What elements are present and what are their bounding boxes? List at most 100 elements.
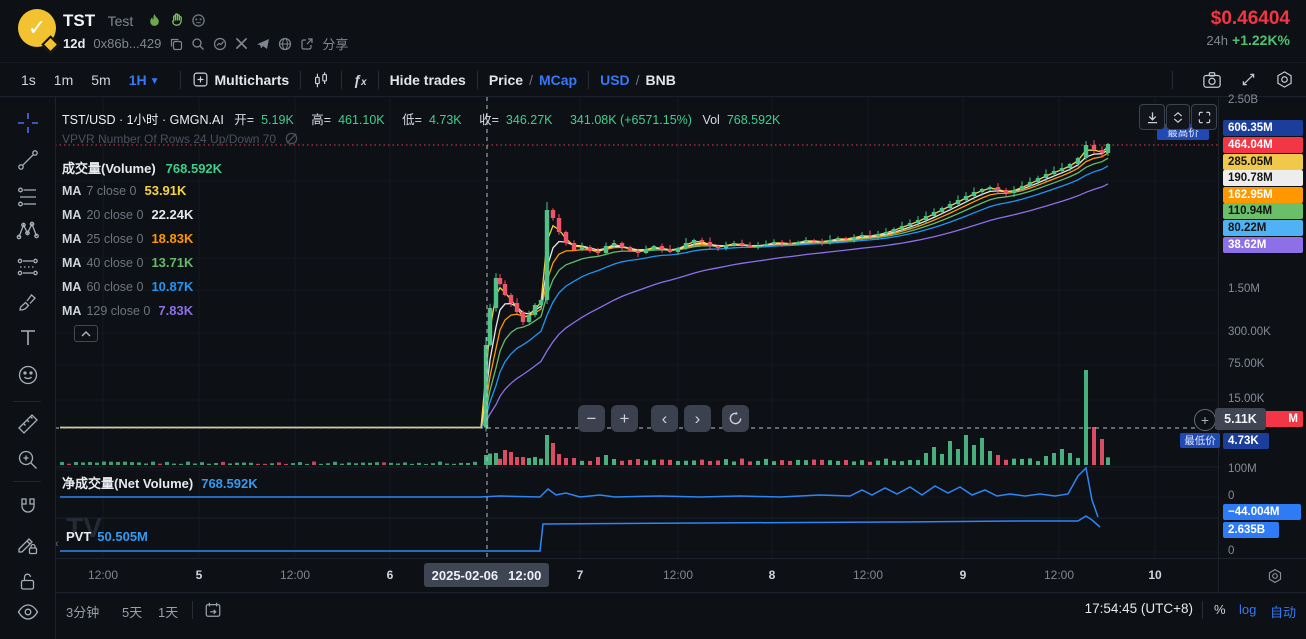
telegram-icon[interactable] <box>256 37 270 51</box>
indicators-button[interactable]: ƒx <box>353 72 366 88</box>
price-scale-tick: 300.00K <box>1228 326 1271 338</box>
time-axis-label: 10 <box>1148 568 1161 582</box>
download-chart-button[interactable] <box>1139 104 1165 130</box>
chart-site-icon[interactable] <box>213 37 227 51</box>
sidebar-divider <box>13 481 41 482</box>
high-value: 461.10K <box>338 113 385 127</box>
time-axis-label: 12:00 <box>1044 568 1074 582</box>
log-scale-button[interactable]: log <box>1239 602 1256 617</box>
sidebar-collapse-handle[interactable]: ‹ <box>55 534 64 554</box>
eye-off-icon[interactable] <box>284 131 299 146</box>
range-5d-button[interactable]: 5天 <box>122 602 142 621</box>
hide-trades-button[interactable]: Hide trades <box>390 72 466 88</box>
ma25-value-badge: 162.95M <box>1223 187 1303 203</box>
external-link-icon[interactable] <box>300 37 314 51</box>
hide-drawings-tool-icon[interactable] <box>16 600 40 624</box>
copy-icon[interactable] <box>169 37 183 51</box>
ma-legend-row[interactable]: MA129 close 07.83K <box>62 303 193 318</box>
price-scale[interactable]: 2.50B1.50M300.00K75.00K15.00K100M00606.3… <box>1218 97 1306 558</box>
ma-legend-row[interactable]: MA20 close 022.24K <box>62 207 193 222</box>
search-icon[interactable] <box>191 37 205 51</box>
maximize-pane-button[interactable] <box>1191 104 1217 130</box>
crosshair-tool-icon[interactable] <box>16 111 40 135</box>
drawing-tools-sidebar <box>0 97 56 639</box>
bot-icon <box>191 13 206 28</box>
draw-lock-tool-icon[interactable] <box>16 533 40 557</box>
text-tool-tool-icon[interactable] <box>16 326 40 350</box>
candles-icon <box>312 71 330 89</box>
chart-clock[interactable]: 17:54:45 (UTC+8) <box>1085 601 1193 616</box>
brush-tool-icon[interactable] <box>16 290 40 314</box>
magnet-tool-icon[interactable] <box>16 496 40 520</box>
time-axis[interactable]: 2025-02-0612:00 12:00512:006712:00812:00… <box>55 558 1218 593</box>
vpvr-indicator-row[interactable]: VPVR Number Of Rows 24 Up/Down 70 <box>62 131 299 146</box>
pvt-value-badge: 2.635B <box>1223 522 1279 538</box>
price-scale-tick: 100M <box>1228 463 1257 475</box>
go-to-date-icon[interactable] <box>204 601 222 619</box>
volume-legend-row[interactable]: 成交量(Volume)768.592K <box>62 158 222 177</box>
xabcd-pattern-tool-icon[interactable] <box>16 219 40 243</box>
website-globe-icon[interactable] <box>278 37 292 51</box>
token-address[interactable]: 0x86b...429 <box>93 36 161 51</box>
multicharts-button[interactable]: Multicharts <box>192 71 290 88</box>
range-3min-button[interactable]: 3分钟 <box>66 602 99 621</box>
fib-lines-tool-icon[interactable] <box>16 185 40 209</box>
ma-legend-row[interactable]: MA40 close 013.71K <box>62 255 193 270</box>
emoji-tool-icon[interactable] <box>16 363 40 387</box>
token-meta-row: 12d 0x86b...429 分享 <box>63 34 348 53</box>
ma7-value-badge: 285.05M <box>1223 154 1303 170</box>
add-alert-plus-icon[interactable]: + <box>1194 409 1216 431</box>
projection-tool-icon[interactable] <box>16 255 40 279</box>
ruler-tool-icon[interactable] <box>16 412 40 436</box>
fire-icon <box>147 13 162 28</box>
x-twitter-icon[interactable] <box>235 37 248 50</box>
ma-legend-row[interactable]: MA60 close 010.87K <box>62 279 193 294</box>
fullscreen-expand-icon[interactable] <box>1240 71 1257 88</box>
axis-settings-corner <box>1218 558 1306 593</box>
ma-legend-row[interactable]: MA7 close 053.91K <box>62 183 186 198</box>
candle-style-button[interactable] <box>312 71 330 89</box>
price-mcap-toggle[interactable]: Price/MCap <box>489 72 577 88</box>
crosshair-price-label: 5.11K <box>1215 408 1266 430</box>
auto-scale-button[interactable]: 自动 <box>1270 602 1296 621</box>
legend-collapse-button[interactable] <box>74 325 98 342</box>
scroll-right-button[interactable]: › <box>684 405 711 432</box>
pvt-legend-row[interactable]: PVT50.505M <box>66 529 148 544</box>
percent-scale-button[interactable]: % <box>1214 602 1226 617</box>
zoom-in-button[interactable]: + <box>611 405 638 432</box>
settings-gear-icon[interactable] <box>1275 70 1294 89</box>
scroll-left-button[interactable]: ‹ <box>651 405 678 432</box>
timeframe-1m[interactable]: 1m <box>54 72 73 88</box>
trend-line-tool-icon[interactable] <box>16 148 40 172</box>
chart-bottom-bar: 3分钟 5天 1天 17:54:45 (UTC+8) % log 自动 <box>0 592 1306 639</box>
ma-line <box>60 147 1108 428</box>
reset-chart-button[interactable] <box>722 405 749 432</box>
price-scale-tick: 0 <box>1228 545 1234 557</box>
change-value: 341.08K (+6571.15%) <box>570 113 692 127</box>
ma20-value-badge: 190.78M <box>1223 170 1303 186</box>
usd-bnb-toggle[interactable]: USD/BNB <box>600 72 676 88</box>
camera-screenshot-icon[interactable] <box>1202 71 1222 89</box>
timeframe-1s[interactable]: 1s <box>21 72 36 88</box>
time-axis-label: 5 <box>196 568 203 582</box>
timeframe-5m[interactable]: 5m <box>91 72 110 88</box>
ma60-value-badge: 80.22M <box>1223 220 1303 236</box>
time-axis-label: 6 <box>387 568 394 582</box>
price-scale-tick: 15.00K <box>1228 393 1264 405</box>
price-scale-tick: 1.50M <box>1228 283 1260 295</box>
token-symbol: TST <box>63 11 95 30</box>
zoom-out-button[interactable]: − <box>578 405 605 432</box>
zoom-in-tool-icon[interactable] <box>16 448 40 472</box>
ma-legend-row[interactable]: MA25 close 018.83K <box>62 231 193 246</box>
time-axis-label: 7 <box>577 568 584 582</box>
range-1d-button[interactable]: 1天 <box>158 602 178 621</box>
lowest-price-badge: 最低价 <box>1180 433 1220 448</box>
hand-icon <box>169 13 184 28</box>
timeframe-1h[interactable]: 1H▼ <box>129 72 160 88</box>
ma40-value-badge: 110.94M <box>1223 203 1303 219</box>
collapse-pane-button[interactable] <box>1166 104 1190 130</box>
axis-gear-icon[interactable] <box>1267 568 1283 584</box>
share-button[interactable]: 分享 <box>322 34 348 53</box>
lock-tool-icon[interactable] <box>16 570 40 594</box>
netvolume-legend-row[interactable]: 净成交量(Net Volume)768.592K <box>62 473 258 492</box>
